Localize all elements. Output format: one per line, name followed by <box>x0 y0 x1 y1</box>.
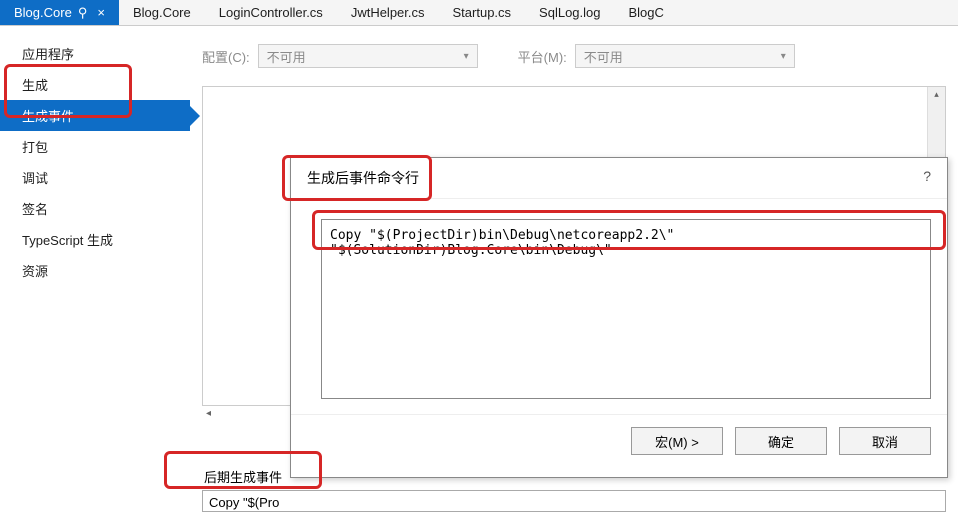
button-label: 宏(M) > <box>655 432 699 451</box>
editor-tabs: Blog.Core ⚲ × Blog.Core LoginController.… <box>0 0 958 26</box>
tab-startup[interactable]: Startup.cs <box>439 0 526 25</box>
help-icon[interactable]: ? <box>923 168 931 188</box>
project-properties-sidebar: 应用程序 生成 生成事件 打包 调试 签名 TypeScript 生成 资源 <box>0 26 190 512</box>
platform-dropdown[interactable]: 不可用 ▾ <box>575 44 795 68</box>
tab-label: LoginController.cs <box>219 5 323 20</box>
macros-button[interactable]: 宏(M) > <box>631 427 723 455</box>
configuration-dropdown[interactable]: 不可用 ▾ <box>258 44 478 68</box>
button-label: 取消 <box>872 432 898 451</box>
platform-label: 平台(M): <box>518 47 567 66</box>
sidebar-item-application[interactable]: 应用程序 <box>0 38 190 69</box>
sidebar-item-label: 应用程序 <box>22 47 74 62</box>
sidebar-item-resources[interactable]: 资源 <box>0 255 190 286</box>
sidebar-item-label: TypeScript 生成 <box>22 233 113 248</box>
chevron-down-icon: ▾ <box>781 51 786 62</box>
dialog-footer: 宏(M) > 确定 取消 <box>291 414 947 477</box>
dialog-titlebar: 生成后事件命令行 ? <box>291 158 947 199</box>
tab-label: Startup.cs <box>453 5 512 20</box>
tab-blogc[interactable]: BlogC <box>615 0 678 25</box>
tab-label: JwtHelper.cs <box>351 5 425 20</box>
post-build-preview[interactable]: Copy "$(Pro <box>202 490 946 512</box>
sidebar-item-build-events[interactable]: 生成事件 <box>0 100 190 131</box>
sidebar-item-label: 资源 <box>22 264 48 279</box>
tab-label: Blog.Core <box>133 5 191 20</box>
config-platform-row: 配置(C): 不可用 ▾ 平台(M): 不可用 ▾ <box>202 44 946 68</box>
scroll-left-icon: ◂ <box>202 408 215 419</box>
cancel-button[interactable]: 取消 <box>839 427 931 455</box>
tab-sqllog[interactable]: SqlLog.log <box>525 0 614 25</box>
sidebar-item-label: 生成事件 <box>22 109 74 124</box>
sidebar-item-signing[interactable]: 签名 <box>0 193 190 224</box>
sidebar-item-build[interactable]: 生成 <box>0 69 190 100</box>
sidebar-item-typescript-build[interactable]: TypeScript 生成 <box>0 224 190 255</box>
post-build-event-dialog: 生成后事件命令行 ? 宏(M) > 确定 取消 <box>290 157 948 478</box>
sidebar-item-package[interactable]: 打包 <box>0 131 190 162</box>
tab-label: BlogC <box>629 5 664 20</box>
sidebar-item-label: 调试 <box>22 171 48 186</box>
tab-blog-core[interactable]: Blog.Core <box>119 0 205 25</box>
configuration-value: 不可用 <box>267 47 306 66</box>
tab-label: Blog.Core <box>14 5 72 20</box>
ok-button[interactable]: 确定 <box>735 427 827 455</box>
chevron-down-icon: ▾ <box>464 51 469 62</box>
configuration-label: 配置(C): <box>202 47 250 66</box>
post-build-command-input[interactable] <box>321 219 931 399</box>
tab-jwt-helper[interactable]: JwtHelper.cs <box>337 0 439 25</box>
dialog-title-text: 生成后事件命令行 <box>307 168 419 188</box>
scroll-up-icon[interactable]: ▴ <box>928 87 945 102</box>
tab-blog-core-active[interactable]: Blog.Core ⚲ × <box>0 0 119 25</box>
button-label: 确定 <box>768 432 794 451</box>
tab-label: SqlLog.log <box>539 5 600 20</box>
sidebar-item-debug[interactable]: 调试 <box>0 162 190 193</box>
sidebar-item-label: 生成 <box>22 78 48 93</box>
close-icon[interactable]: × <box>97 5 105 20</box>
tab-login-controller[interactable]: LoginController.cs <box>205 0 337 25</box>
sidebar-item-label: 签名 <box>22 202 48 217</box>
pin-icon[interactable]: ⚲ <box>78 5 88 21</box>
platform-value: 不可用 <box>584 47 623 66</box>
sidebar-item-label: 打包 <box>22 140 48 155</box>
